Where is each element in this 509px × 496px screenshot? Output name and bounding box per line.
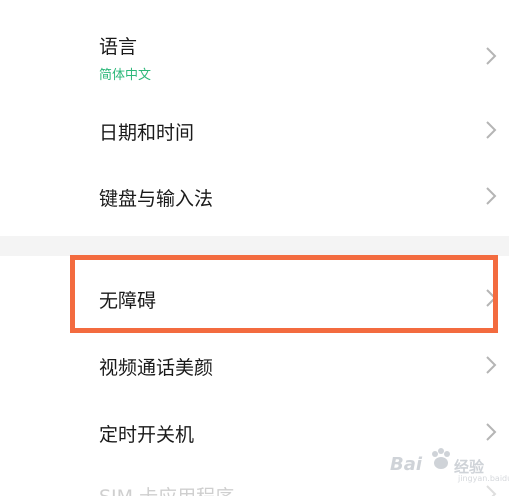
chevron-right-icon bbox=[482, 118, 500, 142]
settings-item-label: 日期和时间 bbox=[99, 122, 195, 144]
chevron-right-icon bbox=[482, 482, 500, 496]
settings-item-label: 无障碍 bbox=[99, 290, 157, 312]
settings-item-scheduled-power[interactable]: 定时开关机 bbox=[0, 411, 509, 451]
chevron-right-icon bbox=[482, 184, 500, 208]
language-current-value: 简体中文 bbox=[99, 68, 152, 83]
chevron-right-icon bbox=[482, 286, 500, 310]
settings-item-label: 语言 bbox=[99, 36, 138, 58]
settings-item-label: 视频通话美颜 bbox=[99, 357, 214, 379]
baidu-jingyan-watermark: Bai 经验 jingyan.baidu.com bbox=[390, 446, 509, 483]
settings-item-label: 键盘与输入法 bbox=[99, 188, 214, 210]
watermark-url: jingyan.baidu.com bbox=[458, 474, 509, 483]
chevron-right-icon bbox=[482, 44, 500, 68]
settings-item-keyboard-input[interactable]: 键盘与输入法 bbox=[0, 176, 509, 216]
watermark-brand-en: Bai bbox=[390, 454, 423, 475]
settings-item-accessibility[interactable]: 无障碍 bbox=[0, 277, 509, 317]
settings-item-language[interactable]: 语言 简体中文 bbox=[0, 28, 509, 88]
section-divider bbox=[0, 236, 509, 256]
chevron-right-icon bbox=[482, 353, 500, 377]
settings-item-label: SIM 卡应用程序 bbox=[99, 482, 234, 496]
settings-item-label: 定时开关机 bbox=[99, 424, 195, 446]
paw-icon bbox=[428, 446, 454, 472]
chevron-right-icon bbox=[482, 420, 500, 444]
settings-item-date-time[interactable]: 日期和时间 bbox=[0, 110, 509, 150]
settings-item-video-call-beauty[interactable]: 视频通话美颜 bbox=[0, 344, 509, 384]
